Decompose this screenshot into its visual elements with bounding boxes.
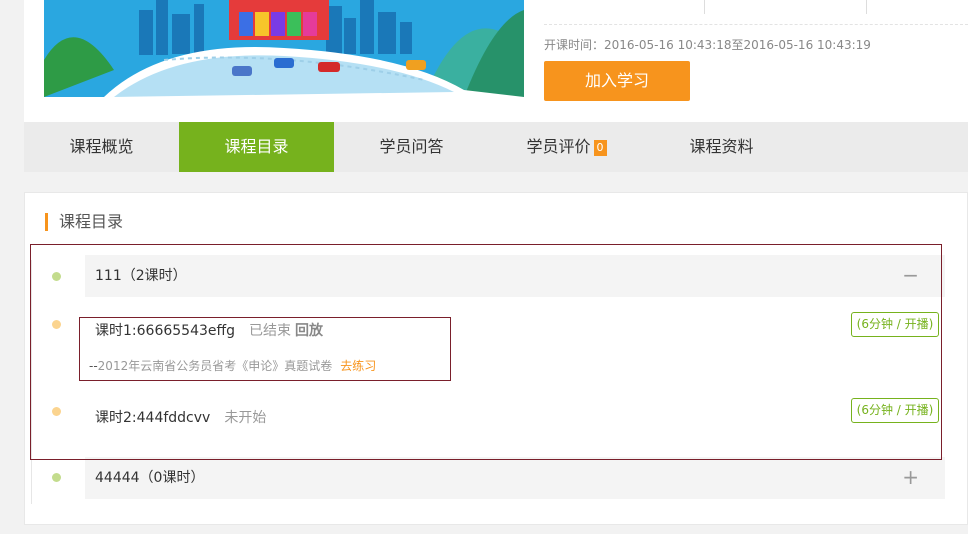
chapter-dot [52, 272, 61, 281]
divider [866, 0, 867, 14]
tab-label: 学员评价 [526, 137, 591, 156]
lesson-duration-badge: (6分钟 / 开播) [851, 398, 939, 423]
course-header: 开课时间：2016-05-16 10:43:18至2016-05-16 10:4… [24, 0, 968, 122]
divider [544, 24, 968, 25]
tab-label: 课程目录 [224, 137, 289, 156]
lesson-dot [52, 407, 61, 416]
lesson-duration-badge: (6分钟 / 开播) [851, 312, 939, 337]
tab-materials[interactable]: 课程资料 [644, 122, 799, 172]
tab-label: 课程资料 [689, 137, 754, 156]
lesson-item[interactable]: 课时2:444fddcvv 未开始 [95, 407, 266, 427]
tab-overview[interactable]: 课程概览 [24, 122, 179, 172]
exercise-name: 2012年云南省公务员省考《申论》真题试卷 [97, 359, 333, 373]
expand-icon[interactable]: + [902, 457, 919, 497]
course-time-label: 开课时间： [544, 38, 605, 52]
exercise-prefix: -- [89, 359, 98, 373]
course-banner-image [44, 0, 524, 97]
review-count-badge: 0 [593, 140, 607, 156]
tab-label: 学员问答 [379, 137, 444, 156]
tab-catalog[interactable]: 课程目录 [179, 122, 334, 172]
tab-reviews[interactable]: 学员评价 0 [489, 122, 644, 172]
practice-link[interactable]: 去练习 [340, 359, 376, 373]
course-time: 开课时间：2016-05-16 10:43:18至2016-05-16 10:4… [544, 36, 871, 53]
chapter-row[interactable]: 44444（0课时） + [85, 457, 945, 499]
timeline-line [31, 260, 32, 504]
lesson-status: 未开始 [224, 410, 267, 426]
lesson-title[interactable]: 课时2:444fddcvv [95, 410, 210, 426]
course-info: 开课时间：2016-05-16 10:43:18至2016-05-16 10:4… [544, 0, 968, 122]
lesson-status: 已结束 [249, 323, 292, 339]
exercise-item: --2012年云南省公务员省考《申论》真题试卷 去练习 [89, 357, 376, 374]
course-time-value: 2016-05-16 10:43:18至2016-05-16 10:43:19 [604, 38, 871, 52]
lesson-title[interactable]: 课时1:66665543effg [95, 323, 235, 339]
divider [704, 0, 705, 14]
replay-link[interactable]: 回放 [295, 323, 323, 339]
collapse-icon[interactable]: − [902, 255, 919, 295]
chapter-label: 44444（0课时） [95, 470, 205, 486]
catalog-title: 课程目录 [45, 213, 123, 231]
chapter-row[interactable]: 111（2课时） − [85, 255, 945, 297]
chapter-label: 111（2课时） [95, 268, 187, 284]
lesson-dot [52, 320, 61, 329]
chapter-dot [52, 473, 61, 482]
tab-qa[interactable]: 学员问答 [334, 122, 489, 172]
lesson-item[interactable]: 课时1:66665543effg 已结束 回放 [95, 320, 323, 340]
course-tabs: 课程概览 课程目录 学员问答 学员评价 0 课程资料 [24, 122, 968, 172]
tab-label: 课程概览 [69, 137, 134, 156]
join-study-button[interactable]: 加入学习 [544, 61, 690, 101]
